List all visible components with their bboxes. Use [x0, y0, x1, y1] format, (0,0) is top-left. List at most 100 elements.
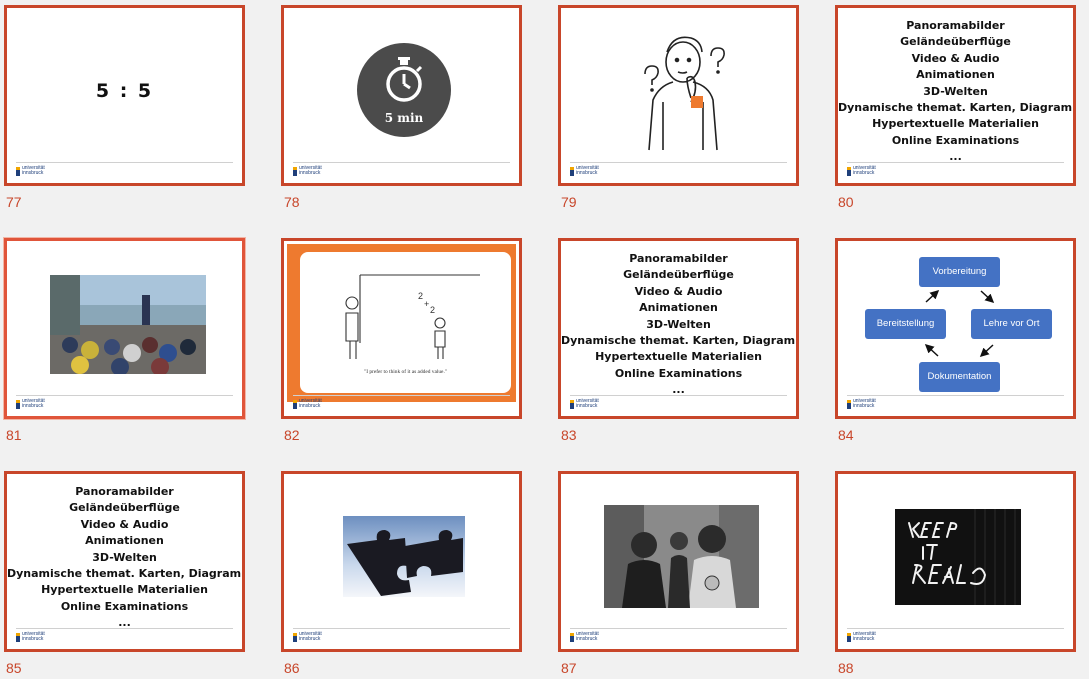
- footer-divider: [847, 395, 1064, 396]
- slide-thumbnail[interactable]: universität innsbruck: [281, 471, 522, 652]
- slide-thumbnail[interactable]: 5 : 5 universität innsbruck: [4, 5, 245, 186]
- cartoon-caption: "I prefer to think of it as added value.…: [364, 369, 447, 375]
- footer-divider: [293, 628, 510, 629]
- university-logo-icon: [293, 633, 297, 642]
- list-item: Animationen: [639, 301, 718, 315]
- slide-thumbnail[interactable]: Panoramabilder Geländeüberflüge Video & …: [835, 5, 1076, 186]
- university-logo-text: universität innsbruck: [22, 165, 45, 176]
- list-item: Geländeüberflüge: [69, 501, 180, 515]
- list-item: Panoramabilder: [75, 485, 174, 498]
- slide-number: 81: [6, 427, 22, 443]
- university-logo-text: universität innsbruck: [853, 398, 876, 409]
- university-logo-icon: [293, 167, 297, 176]
- media-types-list: Panoramabilder Geländeüberflüge Video & …: [7, 484, 242, 632]
- slide-footer: universität innsbruck: [293, 632, 510, 644]
- footer-divider: [570, 395, 787, 396]
- university-logo-icon: [570, 400, 574, 409]
- university-logo-text: universität innsbruck: [576, 398, 599, 409]
- university-logo-icon: [847, 400, 851, 409]
- slide-number: 78: [284, 194, 300, 210]
- footer-divider: [293, 162, 510, 163]
- slide-footer: universität innsbruck: [570, 166, 787, 178]
- slide-number: 83: [561, 427, 577, 443]
- slide-footer: universität innsbruck: [847, 399, 1064, 411]
- media-types-list: Panoramabilder Geländeüberflüge Video & …: [561, 251, 796, 399]
- list-item: Hypertextuelle Materialien: [872, 117, 1039, 131]
- slide-thumbnail[interactable]: Panoramabilder Geländeüberflüge Video & …: [558, 238, 799, 419]
- list-item: Panoramabilder: [906, 19, 1005, 32]
- list-item: Dynamische themat. Karten, Diagramme etc…: [561, 334, 796, 348]
- university-logo-icon: [570, 167, 574, 176]
- hip-hop-group-photo: [604, 505, 759, 608]
- list-item: Geländeüberflüge: [623, 268, 734, 282]
- university-logo-icon: [16, 167, 20, 176]
- university-logo-text: universität innsbruck: [22, 631, 45, 642]
- university-logo-text: universität innsbruck: [853, 165, 876, 176]
- university-logo-icon: [16, 400, 20, 409]
- cartoon-illustration: 2 + 2: [345, 274, 480, 359]
- media-types-list: Panoramabilder Geländeüberflüge Video & …: [838, 18, 1073, 166]
- university-logo-icon: [293, 400, 297, 409]
- slide-thumbnail[interactable]: 2 + 2 "I prefer to think of it as added …: [281, 238, 522, 419]
- list-item: 3D-Welten: [923, 84, 988, 98]
- list-item: ...: [949, 150, 962, 164]
- slide-footer: universität innsbruck: [16, 399, 233, 411]
- slide-number: 80: [838, 194, 854, 210]
- slide-number: 79: [561, 194, 577, 210]
- list-item: Animationen: [85, 534, 164, 548]
- list-item: Online Examinations: [614, 366, 743, 380]
- list-item: Hypertextuelle Materialien: [595, 350, 762, 364]
- list-item: Panoramabilder: [629, 252, 728, 265]
- slide-footer: universität innsbruck: [570, 632, 787, 644]
- slide-number: 85: [6, 660, 22, 676]
- slide-thumbnail[interactable]: Vorbereitung Bereitstellung Lehre vor Or…: [835, 238, 1076, 419]
- list-item: ...: [118, 616, 131, 630]
- footer-divider: [570, 628, 787, 629]
- slide-footer: universität innsbruck: [16, 166, 233, 178]
- svg-text:2: 2: [430, 305, 435, 315]
- slide-number: 86: [284, 660, 300, 676]
- list-item: ...: [672, 383, 685, 397]
- footer-divider: [293, 395, 510, 396]
- slide-number: 77: [6, 194, 22, 210]
- list-item: 3D-Welten: [646, 317, 711, 331]
- footer-divider: [847, 628, 1064, 629]
- thinking-person-icon: [644, 36, 725, 151]
- university-logo-text: universität innsbruck: [576, 165, 599, 176]
- list-item: Video & Audio: [911, 51, 1000, 65]
- footer-divider: [16, 395, 233, 396]
- slide-thumbnail[interactable]: universität innsbruck: [558, 5, 799, 186]
- slide-number: 82: [284, 427, 300, 443]
- timer-label: 5 min: [384, 111, 424, 125]
- university-logo-text: universität innsbruck: [853, 631, 876, 642]
- list-item: Video & Audio: [80, 517, 169, 531]
- list-item: Geländeüberflüge: [900, 35, 1011, 49]
- svg-text:+: +: [424, 299, 429, 309]
- slide-thumbnail[interactable]: universität innsbruck: [835, 471, 1076, 652]
- score-text: 5 : 5: [95, 80, 154, 102]
- university-logo-icon: [16, 633, 20, 642]
- keep-it-real-graffiti-photo: [895, 509, 1021, 605]
- slide-thumbnail[interactable]: 5 min universität innsbruck: [281, 5, 522, 186]
- slide-thumbnail[interactable]: universität innsbruck: [558, 471, 799, 652]
- list-item: Animationen: [916, 68, 995, 82]
- slide-footer: universität innsbruck: [293, 399, 510, 411]
- university-logo-text: universität innsbruck: [299, 631, 322, 642]
- list-item: Dynamische themat. Karten, Diagramme etc…: [7, 567, 242, 581]
- list-item: 3D-Welten: [92, 550, 157, 564]
- slide-number: 88: [838, 660, 854, 676]
- slide-number: 87: [561, 660, 577, 676]
- slide-thumbnail[interactable]: universität innsbruck: [4, 238, 245, 419]
- group-of-students-photo: [50, 275, 206, 374]
- university-logo-text: universität innsbruck: [299, 165, 322, 176]
- slide-footer: universität innsbruck: [16, 632, 233, 644]
- list-item: Dynamische themat. Karten, Diagramme etc…: [838, 101, 1073, 115]
- footer-divider: [16, 162, 233, 163]
- slide-thumbnail[interactable]: Panoramabilder Geländeüberflüge Video & …: [4, 471, 245, 652]
- footer-divider: [16, 628, 233, 629]
- university-logo-text: universität innsbruck: [299, 398, 322, 409]
- university-logo-text: universität innsbruck: [576, 631, 599, 642]
- university-logo-icon: [847, 633, 851, 642]
- svg-text:2: 2: [418, 291, 423, 301]
- footer-divider: [847, 162, 1064, 163]
